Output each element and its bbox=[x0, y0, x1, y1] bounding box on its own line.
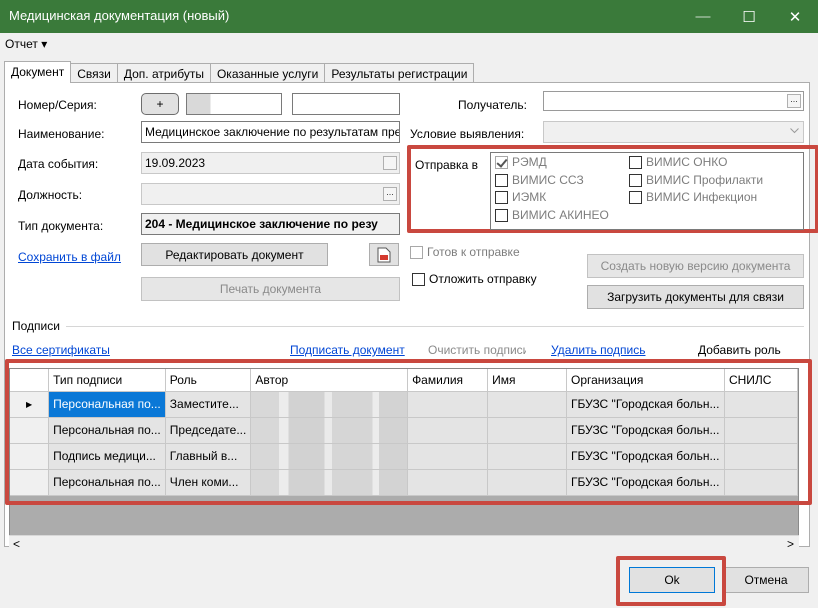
vimis-profilaktika-label: ВИМИС Профилакти bbox=[646, 173, 764, 187]
recipient-label: Получатель: bbox=[458, 98, 527, 112]
send-option-iemk[interactable]: ИЭМК bbox=[495, 190, 546, 204]
date-label: Дата события: bbox=[18, 157, 99, 171]
position-field[interactable]: ... bbox=[141, 183, 400, 205]
horizontal-scrollbar[interactable]: < > bbox=[9, 535, 799, 552]
vimis-infekcion-label: ВИМИС Инфекцион bbox=[646, 190, 758, 204]
send-to-label: Отправка в bbox=[415, 158, 478, 172]
send-option-vimis-onko[interactable]: ВИМИС ОНКО bbox=[629, 155, 727, 169]
doctype-field[interactable]: 204 - Медицинское заключение по резу bbox=[141, 213, 400, 235]
load-documents-button[interactable]: Загрузить документы для связи bbox=[587, 285, 804, 309]
calendar-icon[interactable] bbox=[383, 156, 397, 170]
sign-document-link[interactable]: Подписать документ bbox=[290, 343, 405, 357]
date-field[interactable]: 19.09.2023 bbox=[141, 152, 400, 174]
doctype-label: Тип документа: bbox=[18, 219, 104, 233]
print-document-button[interactable]: Печать документа bbox=[141, 277, 400, 301]
ok-highlight bbox=[616, 556, 726, 606]
vimis-ssz-label: ВИМИС ССЗ bbox=[512, 173, 584, 187]
position-label: Должность: bbox=[18, 188, 83, 202]
scroll-right-arrow[interactable]: > bbox=[787, 537, 794, 551]
tab-services[interactable]: Оказанные услуги bbox=[209, 63, 326, 83]
clear-signatures-link[interactable]: Очистить подписи bbox=[428, 343, 526, 357]
name-label: Наименование: bbox=[18, 127, 105, 141]
send-option-vimis-profilaktika[interactable]: ВИМИС Профилакти bbox=[629, 173, 763, 187]
minimize-button[interactable]: — bbox=[680, 0, 726, 33]
delete-signature-link[interactable]: Удалить подпись bbox=[551, 343, 646, 357]
postpone-label: Отложить отправку bbox=[429, 272, 537, 286]
doctype-value: 204 - Медицинское заключение по резу bbox=[145, 217, 378, 231]
title-bar: Медицинская документация (новый) — ☐ ✕ bbox=[0, 0, 818, 33]
vimis-onko-checkbox[interactable] bbox=[629, 155, 642, 169]
send-option-vimis-ssz[interactable]: ВИМИС ССЗ bbox=[495, 173, 584, 187]
menu-bar: Отчет ▾ bbox=[0, 33, 818, 55]
condition-dropdown[interactable] bbox=[543, 121, 804, 143]
save-to-file-link[interactable]: Сохранить в файл bbox=[18, 250, 121, 264]
vimis-ssz-checkbox[interactable] bbox=[495, 173, 508, 187]
signatures-divider bbox=[66, 326, 804, 327]
tab-registration-results[interactable]: Результаты регистрации bbox=[324, 63, 475, 83]
vimis-onko-label: ВИМИС ОНКО bbox=[646, 155, 728, 169]
send-option-vimis-infekcion[interactable]: ВИМИС Инфекцион bbox=[629, 190, 757, 204]
vimis-akineo-label: ВИМИС АКИНЕО bbox=[512, 208, 609, 222]
position-browse-button[interactable]: ... bbox=[383, 187, 397, 201]
remd-label: РЭМД bbox=[512, 155, 547, 169]
send-option-remd[interactable]: РЭМД bbox=[495, 155, 547, 169]
grid-highlight bbox=[5, 359, 812, 505]
pdf-export-button[interactable] bbox=[369, 243, 399, 266]
scroll-left-arrow[interactable]: < bbox=[13, 537, 20, 551]
cancel-button[interactable]: Отмена bbox=[723, 567, 809, 593]
condition-label: Условие выявления: bbox=[410, 127, 525, 141]
postpone-send[interactable]: Отложить отправку bbox=[412, 272, 537, 286]
recipient-field[interactable]: ... bbox=[543, 91, 804, 111]
ready-label: Готов к отправке bbox=[427, 245, 520, 259]
number-label: Номер/Серия: bbox=[18, 98, 97, 112]
tab-links[interactable]: Связи bbox=[70, 63, 118, 83]
tab-strip: Документ Связи Доп. атрибуты Оказанные у… bbox=[4, 61, 475, 83]
name-field[interactable]: Медицинское заключение по результатам пр… bbox=[141, 121, 400, 143]
vimis-profilaktika-checkbox[interactable] bbox=[629, 173, 642, 187]
edit-document-button[interactable]: Редактировать документ bbox=[141, 243, 328, 266]
series-field[interactable] bbox=[292, 93, 400, 115]
number-field[interactable] bbox=[186, 93, 282, 115]
vimis-infekcion-checkbox[interactable] bbox=[629, 190, 642, 204]
iemk-checkbox[interactable] bbox=[495, 190, 508, 204]
add-role-button[interactable]: Добавить роль bbox=[698, 343, 781, 357]
vimis-akineo-checkbox[interactable] bbox=[495, 208, 508, 222]
postpone-checkbox[interactable] bbox=[412, 272, 425, 286]
recipient-browse-button[interactable]: ... bbox=[787, 94, 801, 108]
window-title: Медицинская документация (новый) bbox=[9, 8, 230, 23]
pdf-document-icon bbox=[377, 247, 391, 262]
remd-checkbox[interactable] bbox=[495, 155, 508, 169]
ready-checkbox[interactable] bbox=[410, 245, 423, 259]
create-new-version-button[interactable]: Создать новую версию документа bbox=[587, 254, 804, 278]
tab-document[interactable]: Документ bbox=[4, 61, 72, 83]
ready-to-send[interactable]: Готов к отправке bbox=[410, 245, 520, 259]
tab-extra-attributes[interactable]: Доп. атрибуты bbox=[116, 63, 211, 83]
iemk-label: ИЭМК bbox=[512, 190, 547, 204]
close-button[interactable]: ✕ bbox=[772, 0, 818, 33]
menu-report[interactable]: Отчет ▾ bbox=[5, 37, 47, 51]
signatures-section-label: Подписи bbox=[12, 319, 60, 333]
maximize-button[interactable]: ☐ bbox=[726, 0, 772, 33]
send-option-vimis-akineo[interactable]: ВИМИС АКИНЕО bbox=[495, 208, 609, 222]
chevron-down-icon bbox=[790, 128, 799, 134]
send-to-list: РЭМД ВИМИС ОНКО ВИМИС ССЗ ВИМИС Профилак… bbox=[490, 152, 804, 230]
add-number-button[interactable]: + bbox=[141, 93, 179, 115]
all-certificates-link[interactable]: Все сертификаты bbox=[12, 343, 110, 357]
date-value: 19.09.2023 bbox=[145, 156, 206, 170]
